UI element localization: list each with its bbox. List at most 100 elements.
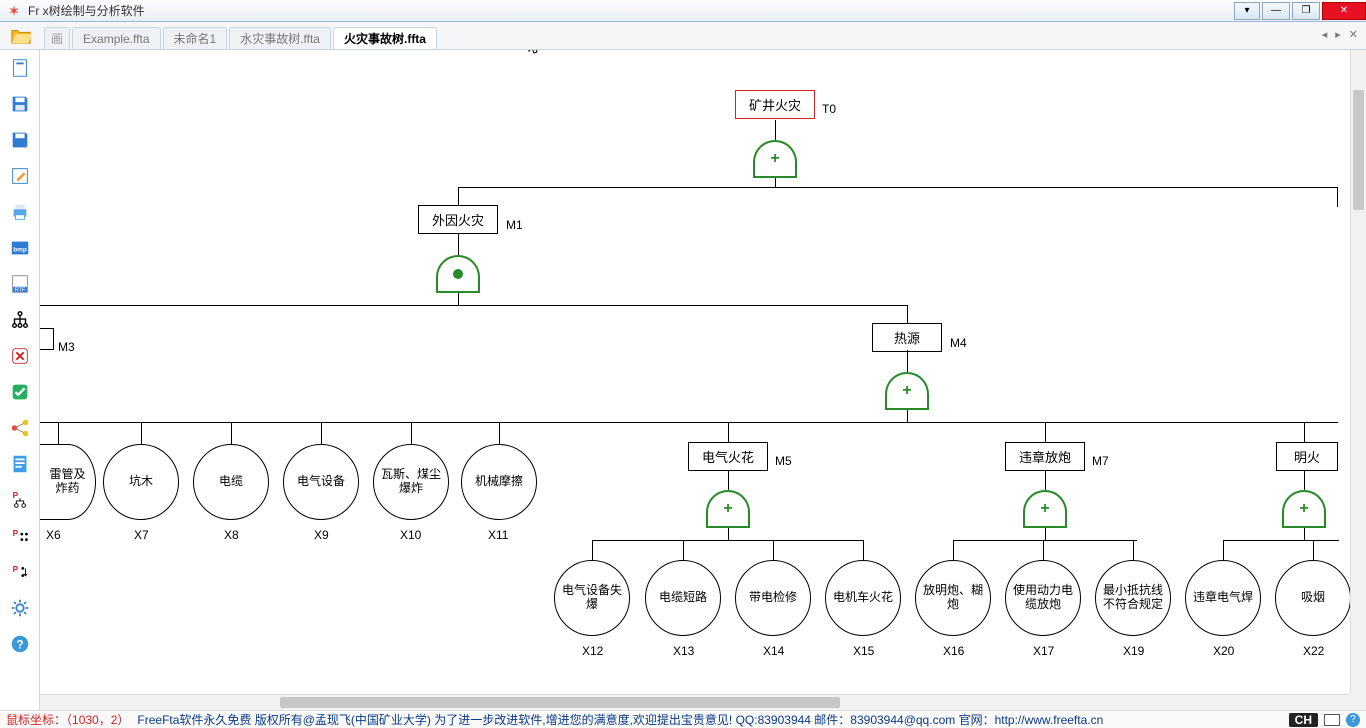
edit-button[interactable] — [6, 162, 34, 190]
minimize-button[interactable]: — — [1262, 2, 1290, 20]
basic-x19[interactable]: 最小抵抗线不符合规定 — [1095, 560, 1171, 636]
code-x15: X15 — [853, 644, 874, 658]
or-gate-m5[interactable] — [706, 490, 750, 526]
coord-value: （1030，2） — [66, 713, 129, 727]
basic-x11[interactable]: 机械摩擦 — [461, 444, 537, 520]
validate-button[interactable] — [6, 378, 34, 406]
mouse-cursor-icon — [528, 50, 542, 56]
code-x17: X17 — [1033, 644, 1054, 658]
prob-arrow-button[interactable]: P — [6, 558, 34, 586]
basic-x14[interactable]: 带电检修 — [735, 560, 811, 636]
ime-indicator[interactable]: CH ? — [1289, 713, 1360, 727]
basic-x8[interactable]: 电缆 — [193, 444, 269, 520]
basic-x6[interactable]: 雷管及炸药 — [40, 444, 96, 520]
status-text: FreeFta软件永久免费 版权所有@孟现飞(中国矿业大学) 为了进一步改进软件… — [137, 711, 1103, 728]
tab-untitled[interactable]: 未命名1 — [163, 27, 228, 49]
close-button[interactable]: ✕ — [1322, 2, 1366, 20]
ime-help-icon: ? — [1346, 713, 1360, 727]
new-file-button[interactable] — [6, 54, 34, 82]
code-x6: X6 — [46, 528, 61, 542]
horizontal-scrollbar[interactable] — [40, 694, 1350, 710]
basic-x15[interactable]: 电机车火花 — [825, 560, 901, 636]
code-m1: M1 — [506, 218, 523, 232]
event-m8[interactable]: 明火 — [1276, 442, 1338, 471]
code-x9: X9 — [314, 528, 329, 542]
basic-x17[interactable]: 使用动力电缆放炮 — [1005, 560, 1081, 636]
ime-lang: CH — [1289, 713, 1318, 727]
code-x16: X16 — [943, 644, 964, 658]
code-x13: X13 — [673, 644, 694, 658]
code-m7: M7 — [1092, 454, 1109, 468]
tab-strip: 画 Example.ffta 未命名1 水灾事故树.ffta 火灾事故树.fft… — [0, 22, 1366, 50]
tab-fire[interactable]: 火灾事故树.ffta — [333, 27, 437, 49]
code-x8: X8 — [224, 528, 239, 542]
delete-button[interactable] — [6, 342, 34, 370]
code-x12: X12 — [582, 644, 603, 658]
code-m5: M5 — [775, 454, 792, 468]
code-x11: X11 — [488, 528, 508, 542]
share-button[interactable] — [6, 414, 34, 442]
tab-prev-icon[interactable]: ◂ — [1320, 28, 1330, 41]
event-m5[interactable]: 电气火花 — [688, 442, 768, 471]
or-gate-m8[interactable] — [1282, 490, 1326, 526]
vertical-scrollbar[interactable] — [1350, 50, 1366, 694]
coord-label: 鼠标坐标： — [6, 713, 66, 727]
basic-x9[interactable]: 电气设备 — [283, 444, 359, 520]
tab-nav-icons: ◂ ▸ ✕ — [1320, 28, 1360, 41]
prob-dots-button[interactable]: P — [6, 522, 34, 550]
left-toolbar: bmp RTF P P P ? — [0, 50, 40, 710]
event-m3-clipped[interactable] — [40, 328, 54, 350]
settings-button[interactable] — [6, 594, 34, 622]
or-gate-m4[interactable] — [885, 372, 929, 408]
code-x19: X19 — [1123, 644, 1144, 658]
tab-flood[interactable]: 水灾事故树.ffta — [229, 27, 331, 49]
event-m1[interactable]: 外因火灾 — [418, 205, 498, 234]
app-icon: ✶ — [6, 3, 22, 19]
code-m3: M3 — [58, 340, 75, 354]
tab-close-icon[interactable]: ✕ — [1347, 28, 1360, 41]
tab-next-icon[interactable]: ▸ — [1333, 28, 1343, 41]
keyboard-icon — [1324, 714, 1340, 726]
save-button[interactable] — [6, 90, 34, 118]
basic-x22[interactable]: 吸烟 — [1275, 560, 1351, 636]
open-folder-button[interactable] — [6, 23, 36, 49]
basic-x13[interactable]: 电缆短路 — [645, 560, 721, 636]
tab-example[interactable]: Example.ffta — [72, 27, 160, 49]
export-bmp-button[interactable]: bmp — [6, 234, 34, 262]
window-title: Fr x树绘制与分析软件 — [28, 2, 145, 19]
basic-x20[interactable]: 违章电气焊 — [1185, 560, 1261, 636]
root-event-box[interactable]: 矿井火灾 — [735, 90, 815, 119]
svg-text:bmp: bmp — [13, 247, 27, 254]
help-button[interactable]: ? — [6, 630, 34, 658]
window-buttons: ▾ — ❐ ✕ — [1232, 2, 1366, 20]
maximize-button[interactable]: ❐ — [1292, 2, 1320, 20]
tree-layout-button[interactable] — [6, 306, 34, 334]
basic-x12[interactable]: 电气设备失爆 — [554, 560, 630, 636]
probability-button[interactable]: P — [6, 486, 34, 514]
svg-text:P: P — [12, 529, 18, 538]
diagram-canvas[interactable]: 拖拽上传 84% 2.4K/S 2.1K/S 矿井火灾 T0 外因 — [40, 50, 1366, 710]
export-rtf-button[interactable]: RTF — [6, 270, 34, 298]
code-t0: T0 — [822, 102, 836, 116]
save-as-button[interactable] — [6, 126, 34, 154]
or-gate-t0[interactable] — [753, 140, 797, 176]
code-x7: X7 — [134, 528, 149, 542]
print-button[interactable] — [6, 198, 34, 226]
and-gate-m1[interactable] — [436, 255, 480, 291]
tab-start[interactable]: 画 — [44, 27, 70, 49]
report-button[interactable] — [6, 450, 34, 478]
basic-x10[interactable]: 瓦斯、煤尘爆炸 — [373, 444, 449, 520]
code-x20: X20 — [1213, 644, 1234, 658]
code-x10: X10 — [400, 528, 421, 542]
svg-text:P: P — [12, 491, 18, 500]
event-m7[interactable]: 违章放炮 — [1005, 442, 1085, 471]
basic-x7[interactable]: 坑木 — [103, 444, 179, 520]
svg-text:?: ? — [16, 638, 23, 652]
event-m4[interactable]: 热源 — [872, 323, 942, 352]
overflow-button[interactable]: ▾ — [1234, 2, 1260, 20]
code-x22: X22 — [1303, 644, 1324, 658]
or-gate-m7[interactable] — [1023, 490, 1067, 526]
svg-text:RTF: RTF — [14, 287, 25, 293]
svg-text:P: P — [12, 565, 18, 574]
basic-x16[interactable]: 放明炮、糊炮 — [915, 560, 991, 636]
